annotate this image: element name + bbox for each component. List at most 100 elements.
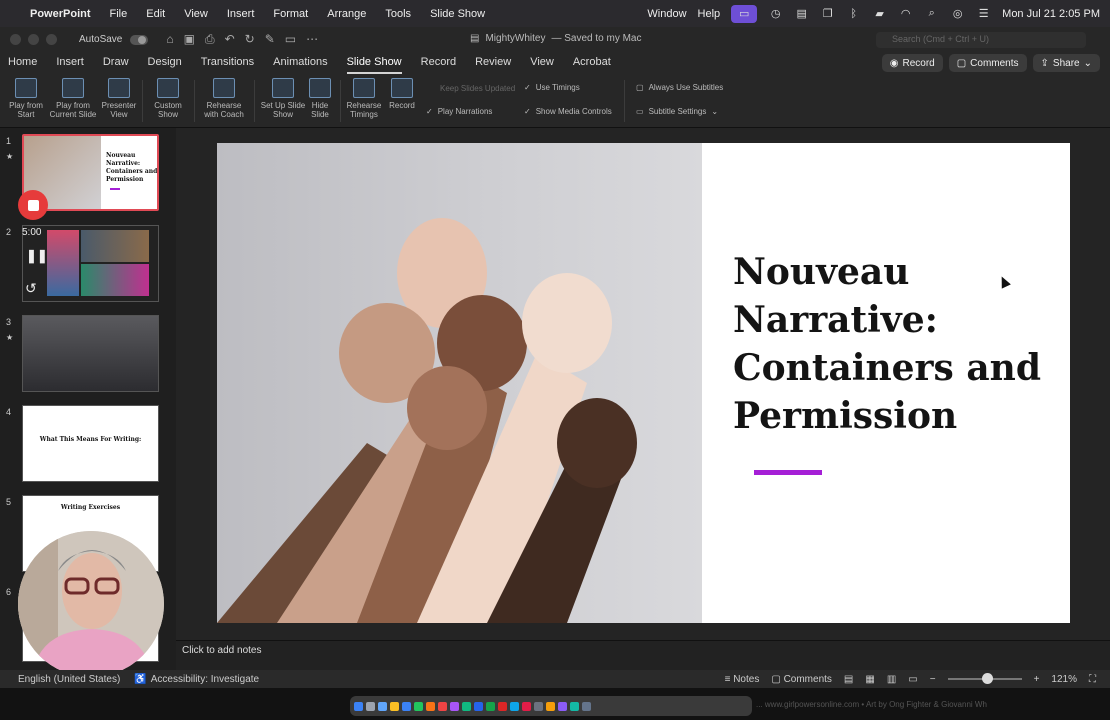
tab-slide-show[interactable]: Slide Show	[346, 52, 402, 74]
battery-icon[interactable]: ▰	[872, 8, 887, 20]
messages-icon[interactable]	[414, 701, 423, 711]
launchpad-icon[interactable]	[366, 701, 375, 711]
photos-icon[interactable]	[426, 701, 435, 711]
undo-icon[interactable]: ↶	[225, 32, 235, 47]
record-slide-show-button[interactable]: Record	[386, 78, 418, 110]
set-up-slide-show-button[interactable]: Set Up Slide Show	[260, 78, 306, 119]
menu-window[interactable]: Window	[647, 8, 686, 20]
spotlight-search-icon[interactable]: ⌕	[924, 7, 939, 20]
tab-draw[interactable]: Draw	[103, 52, 129, 74]
airdrop-icon[interactable]: ◎	[950, 8, 965, 20]
settings-icon[interactable]	[534, 701, 543, 711]
app-icon[interactable]	[570, 701, 579, 711]
wifi-icon[interactable]: ◠	[898, 8, 913, 20]
share-button[interactable]: ⇪ Share ⌄	[1032, 54, 1100, 72]
keep-slides-updated-option[interactable]: Keep Slides Updated	[440, 84, 515, 93]
zoom-slider-handle[interactable]	[981, 673, 993, 684]
play-from-start-button[interactable]: Play from Start	[6, 78, 46, 119]
tab-view[interactable]: View	[530, 52, 554, 74]
menu-tools[interactable]: Tools	[385, 8, 411, 20]
language-status[interactable]: English (United States)	[18, 674, 120, 685]
tab-home[interactable]: Home	[8, 52, 37, 74]
mail-icon[interactable]	[402, 701, 411, 711]
safari-icon[interactable]	[378, 701, 387, 711]
menu-slide-show[interactable]: Slide Show	[430, 8, 485, 20]
menu-help[interactable]: Help	[698, 8, 721, 20]
bluetooth-icon[interactable]: ᛒ	[846, 8, 861, 20]
print-icon[interactable]: ⎙	[205, 32, 215, 47]
comments-toggle[interactable]: ▢ Comments	[771, 674, 832, 685]
finder-icon[interactable]	[354, 701, 363, 711]
powerpoint-icon[interactable]	[498, 701, 507, 711]
control-center-icon[interactable]: ☰	[976, 8, 991, 20]
show-media-controls-checkbox[interactable]: ✓ Show Media Controls	[524, 107, 612, 116]
trash-icon[interactable]	[582, 701, 591, 711]
slide-sorter-icon[interactable]: ▦	[865, 674, 874, 685]
zoom-out-icon[interactable]: −	[930, 674, 936, 685]
use-timings-checkbox[interactable]: ✓ Use Timings	[524, 83, 580, 92]
app-menu[interactable]: PowerPoint	[30, 8, 91, 20]
slide-show-view-icon[interactable]: ▭	[908, 674, 917, 685]
facetime-icon[interactable]	[462, 701, 471, 711]
webcam-overlay[interactable]	[18, 531, 164, 677]
more-icon[interactable]: ⋯	[306, 32, 318, 47]
zoom-slider[interactable]	[947, 673, 1022, 684]
menu-arrange[interactable]: Arrange	[327, 8, 366, 20]
word-icon[interactable]	[474, 701, 483, 711]
tab-transitions[interactable]: Transitions	[201, 52, 254, 74]
always-use-subtitles-checkbox[interactable]: ▢ Always Use Subtitles	[636, 83, 723, 92]
custom-show-button[interactable]: Custom Show	[150, 78, 186, 119]
tab-design[interactable]: Design	[148, 52, 182, 74]
record-button[interactable]: ◉ Record	[881, 54, 943, 72]
play-narrations-checkbox[interactable]: ✓ Play Narrations	[426, 107, 492, 116]
menu-file[interactable]: File	[110, 8, 128, 20]
zoom-in-icon[interactable]: +	[1034, 674, 1040, 685]
minimize-window-button[interactable]	[28, 34, 39, 45]
hide-slide-button[interactable]: Hide Slide	[306, 78, 334, 119]
slide-photo[interactable]	[217, 143, 702, 623]
reading-view-icon[interactable]: ▥	[887, 674, 896, 685]
save-icon[interactable]: ▣	[184, 32, 195, 47]
menu-insert[interactable]: Insert	[227, 8, 255, 20]
stop-recording-button[interactable]	[18, 190, 48, 220]
chrome-icon[interactable]	[390, 701, 399, 711]
calendar-icon[interactable]	[438, 701, 447, 711]
title-accent-line[interactable]	[754, 470, 822, 475]
close-window-button[interactable]	[10, 34, 21, 45]
rehearse-timings-button[interactable]: Rehearse Timings	[344, 78, 384, 119]
normal-view-icon[interactable]: ▤	[844, 674, 853, 685]
tab-record[interactable]: Record	[421, 52, 456, 74]
tab-review[interactable]: Review	[475, 52, 511, 74]
zoom-app-icon[interactable]	[510, 701, 519, 711]
edit-icon[interactable]: ✎	[265, 32, 275, 47]
menu-edit[interactable]: Edit	[146, 8, 165, 20]
menu-view[interactable]: View	[184, 8, 208, 20]
comments-button[interactable]: ▢ Comments	[948, 54, 1027, 72]
subtitle-settings-dropdown[interactable]: ▭ Subtitle Settings ⌄	[636, 107, 718, 116]
window-icon[interactable]: ❐	[820, 8, 835, 20]
home-icon[interactable]: ⌂	[166, 32, 173, 47]
clock[interactable]: Mon Jul 21 2:05 PM	[1002, 8, 1100, 20]
slide-thumbnail-4[interactable]: What This Means For Writing:	[22, 405, 159, 482]
screen-record-icon[interactable]: ▭	[731, 4, 758, 23]
reset-icon[interactable]: ↺	[25, 280, 37, 297]
search-input[interactable]: Search (Cmd + Ctrl + U)	[876, 32, 1086, 48]
notes-app-icon[interactable]	[450, 701, 459, 711]
rehearse-with-coach-button[interactable]: Rehearse with Coach	[200, 78, 248, 119]
fit-slide-icon[interactable]: ⛶	[1089, 674, 1096, 685]
clipboard-icon[interactable]: ▤	[794, 8, 809, 20]
redo-icon[interactable]: ↻	[245, 32, 255, 47]
acrobat-icon[interactable]	[522, 701, 531, 711]
tab-acrobat[interactable]: Acrobat	[573, 52, 611, 74]
current-slide[interactable]: Nouveau Narrative: Containers and Permis…	[217, 143, 1070, 623]
excel-icon[interactable]	[486, 701, 495, 711]
zoom-window-button[interactable]	[46, 34, 57, 45]
slide-thumbnail-3[interactable]	[22, 315, 159, 392]
pause-icon[interactable]: ❚❚	[26, 248, 48, 264]
notes-pane[interactable]: Click to add notes	[176, 640, 1110, 670]
tab-insert[interactable]: Insert	[56, 52, 84, 74]
app-icon[interactable]	[558, 701, 567, 711]
app-icon[interactable]	[546, 701, 555, 711]
tab-animations[interactable]: Animations	[273, 52, 327, 74]
notes-toggle[interactable]: ≡ Notes	[725, 674, 760, 685]
